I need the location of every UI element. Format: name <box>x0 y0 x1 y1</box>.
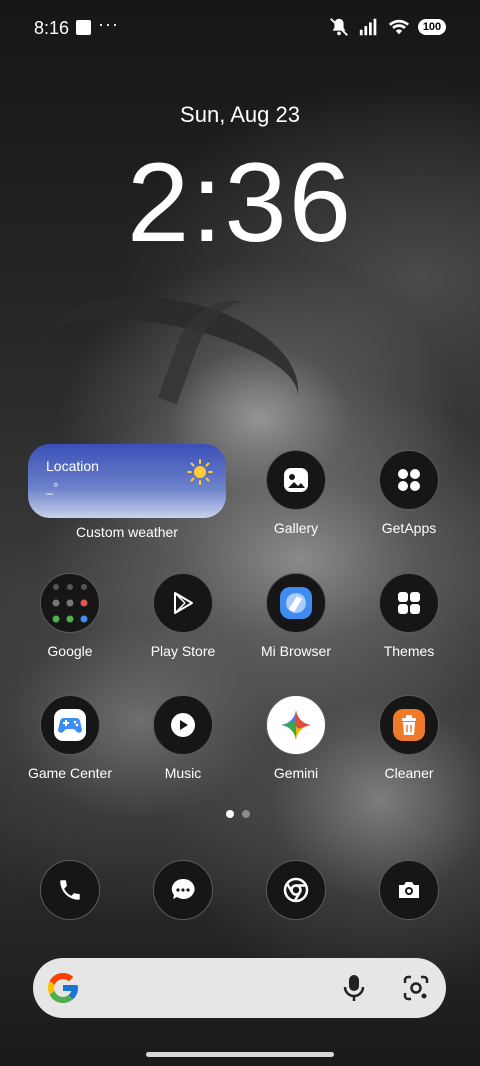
mi-browser-icon[interactable] <box>266 573 326 633</box>
app-label: Google <box>47 643 93 659</box>
google-folder-icon[interactable] <box>40 573 100 633</box>
weather-temperature: _° <box>46 480 59 495</box>
gemini-icon[interactable] <box>266 695 326 755</box>
phone-icon[interactable] <box>40 860 100 920</box>
gallery-icon[interactable] <box>266 450 326 510</box>
app-music[interactable]: Music <box>128 695 238 781</box>
google-search-bar[interactable] <box>33 958 446 1018</box>
weather-widget[interactable]: Location _° <box>28 444 226 518</box>
camera-icon[interactable] <box>379 860 439 920</box>
status-bar: 8:16 ··· 100 <box>0 0 480 56</box>
weather-widget-label: Custom weather <box>76 524 178 540</box>
play-store-icon[interactable] <box>153 573 213 633</box>
app-getapps[interactable]: GetApps <box>354 450 464 536</box>
app-label: Music <box>164 765 202 781</box>
cleaner-icon[interactable] <box>379 695 439 755</box>
silent-bell-icon <box>330 18 348 36</box>
page-indicator <box>226 810 250 818</box>
weather-location: Location <box>46 458 99 474</box>
status-time: 8:16 <box>34 18 70 38</box>
app-gallery[interactable]: Gallery <box>241 450 351 536</box>
chrome-icon[interactable] <box>266 860 326 920</box>
google-lens-icon[interactable] <box>402 974 430 1002</box>
wifi-icon <box>388 19 410 35</box>
app-game-center[interactable]: Game Center <box>15 695 125 781</box>
sun-icon <box>187 459 213 485</box>
app-label: Themes <box>383 643 435 659</box>
app-label: Gemini <box>273 765 319 781</box>
microphone-icon[interactable] <box>340 973 368 1003</box>
app-label: Mi Browser <box>260 643 331 659</box>
page-dot-active <box>226 810 234 818</box>
page-dot-inactive <box>242 810 250 818</box>
app-cleaner[interactable]: Cleaner <box>354 695 464 781</box>
music-icon[interactable] <box>153 695 213 755</box>
app-label: GetApps <box>381 520 437 536</box>
app-gemini[interactable]: Gemini <box>241 695 351 781</box>
battery-indicator: 100 <box>418 19 446 35</box>
notification-square-icon <box>76 20 91 35</box>
app-themes[interactable]: Themes <box>354 573 464 659</box>
app-label: Game Center <box>27 765 113 781</box>
app-label: Play Store <box>150 643 216 659</box>
signal-icon <box>359 18 377 36</box>
app-mi-browser[interactable]: Mi Browser <box>241 573 351 659</box>
app-label: Cleaner <box>384 765 434 781</box>
app-google-folder[interactable]: Google <box>15 573 125 659</box>
getapps-icon[interactable] <box>379 450 439 510</box>
home-indicator[interactable] <box>146 1052 334 1057</box>
messages-icon[interactable] <box>153 860 213 920</box>
clock-text[interactable]: 2:36 <box>0 128 480 278</box>
app-play-store[interactable]: Play Store <box>128 573 238 659</box>
themes-icon[interactable] <box>379 573 439 633</box>
date-text[interactable]: Sun, Aug 23 <box>0 102 480 128</box>
app-label: Gallery <box>273 520 319 536</box>
google-logo-icon[interactable] <box>45 970 81 1006</box>
game-center-icon[interactable] <box>40 695 100 755</box>
more-notifications-icon: ··· <box>98 14 119 34</box>
